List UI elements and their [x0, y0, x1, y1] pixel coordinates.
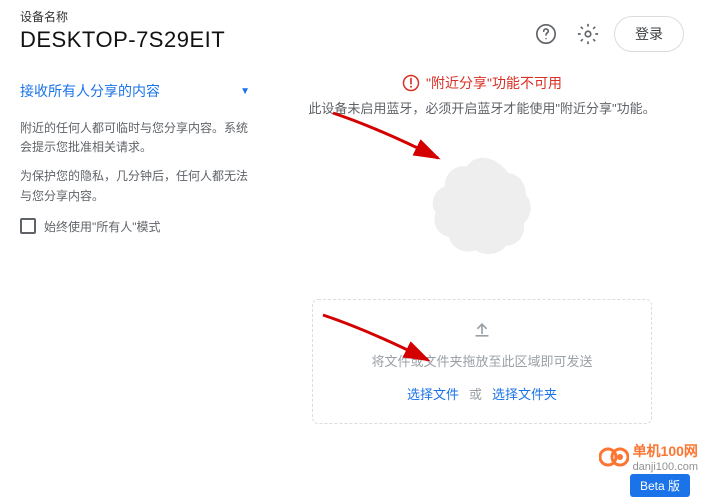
info-paragraph-2: 为保护您的隐私，几分钟后，任何人都无法与您分享内容。	[20, 167, 250, 205]
dropdown-label: 接收所有人分享的内容	[20, 81, 160, 101]
device-label: 设备名称	[20, 8, 225, 25]
select-separator: 或	[469, 384, 482, 403]
always-everyone-checkbox[interactable]	[20, 218, 36, 234]
info-paragraph-1: 附近的任何人都可临时与您分享内容。系统会提示您批准相关请求。	[20, 119, 250, 157]
select-folder-button[interactable]: 选择文件夹	[492, 384, 557, 403]
alert-title: "附近分享"功能不可用	[426, 73, 562, 93]
device-name: DESKTOP-7S29EIT	[20, 27, 225, 53]
main-content: 接收所有人分享的内容 ▼ 附近的任何人都可临时与您分享内容。系统会提示您批准相关…	[0, 73, 704, 424]
drop-zone[interactable]: 将文件或文件夹拖放至此区域即可发送 选择文件 或 选择文件夹	[312, 299, 652, 424]
header-actions: 登录	[530, 16, 684, 52]
device-info: 设备名称 DESKTOP-7S29EIT	[20, 8, 225, 53]
select-files-button[interactable]: 选择文件	[407, 384, 459, 403]
checkbox-label: 始终使用"所有人"模式	[44, 218, 161, 235]
help-icon[interactable]	[530, 18, 562, 50]
header: 设备名称 DESKTOP-7S29EIT 登录	[0, 0, 704, 73]
always-everyone-checkbox-row: 始终使用"所有人"模式	[20, 218, 250, 235]
select-row: 选择文件 或 选择文件夹	[407, 384, 557, 403]
error-icon	[402, 74, 420, 92]
watermark-logo-icon	[599, 445, 629, 469]
alert-description: 此设备未启用蓝牙，必须开启蓝牙才能使用"附近分享"功能。	[308, 99, 655, 119]
watermark-brand: 单机100网	[633, 441, 698, 461]
settings-icon[interactable]	[572, 18, 604, 50]
watermark-text-group: 单机100网 danji100.com	[633, 441, 698, 473]
alert-title-row: "附近分享"功能不可用	[402, 73, 562, 93]
receive-mode-dropdown[interactable]: 接收所有人分享的内容 ▼	[20, 73, 250, 109]
watermark-url: danji100.com	[633, 461, 698, 473]
login-button[interactable]: 登录	[614, 16, 684, 52]
drop-zone-text: 将文件或文件夹拖放至此区域即可发送	[371, 351, 592, 370]
upload-icon	[472, 320, 492, 345]
caret-down-icon: ▼	[240, 86, 250, 97]
right-panel: "附近分享"功能不可用 此设备未启用蓝牙，必须开启蓝牙才能使用"附近分享"功能。…	[280, 73, 684, 424]
placeholder-graphic	[427, 149, 537, 259]
beta-badge: Beta 版	[630, 474, 690, 497]
left-panel: 接收所有人分享的内容 ▼ 附近的任何人都可临时与您分享内容。系统会提示您批准相关…	[20, 73, 250, 424]
watermark: 单机100网 danji100.com	[599, 441, 698, 473]
